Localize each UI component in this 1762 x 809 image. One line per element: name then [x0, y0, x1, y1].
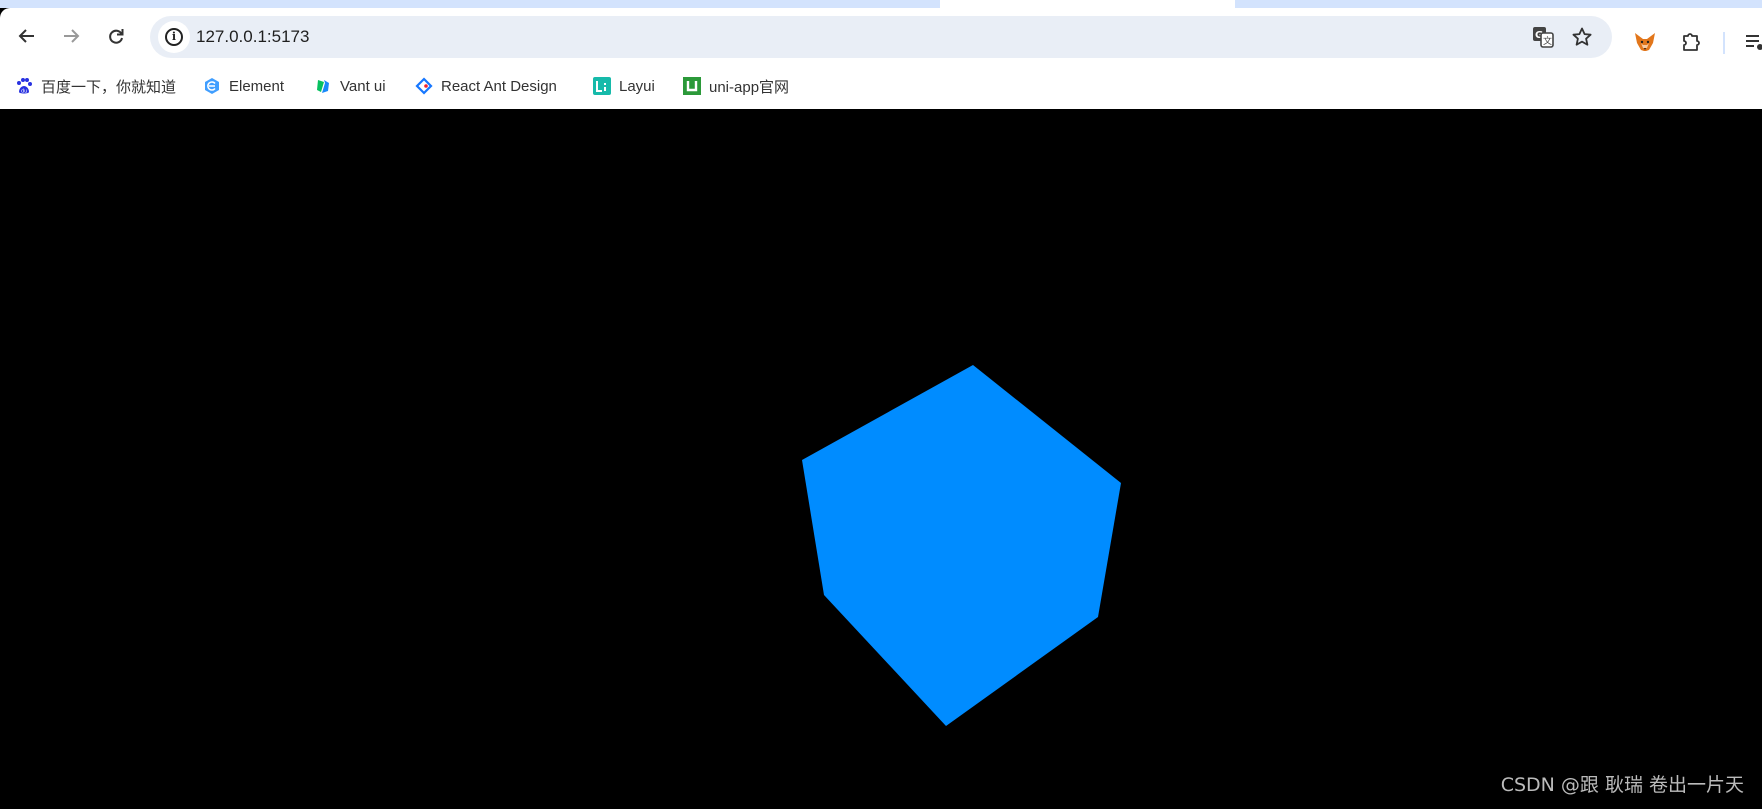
reload-icon — [109, 29, 124, 44]
svg-text:文: 文 — [1543, 35, 1552, 47]
browser-toolbar: i 127.0.0.1:5173 G文 — [0, 8, 1762, 64]
arrow-right-icon — [64, 29, 80, 43]
star-bookmark-icon[interactable] — [1570, 25, 1594, 49]
svg-text:du: du — [21, 89, 27, 95]
cube — [802, 365, 1121, 726]
address-bar[interactable]: i 127.0.0.1:5173 G文 — [150, 16, 1612, 58]
reading-list-icon[interactable] — [1741, 28, 1762, 56]
bookmark-uniapp[interactable]: uni-app官网 — [683, 74, 789, 98]
bookmark-label: 百度一下，你就知道 — [41, 78, 177, 96]
inactive-tab-left[interactable] — [0, 0, 940, 8]
forward-button[interactable] — [57, 22, 85, 50]
ant-design-diamond-icon — [415, 77, 433, 95]
bookmark-element[interactable]: Element — [203, 74, 284, 98]
bookmark-label: React Ant Design — [441, 77, 557, 95]
bookmark-label: Vant ui — [340, 77, 386, 95]
webgl-canvas[interactable]: CSDN @跟 耿瑞 卷出一片天 — [0, 109, 1762, 809]
baidu-paw-icon: du — [15, 77, 33, 95]
site-info-icon[interactable]: i — [158, 21, 190, 53]
inactive-tab-right[interactable] — [1235, 0, 1762, 8]
back-button[interactable] — [13, 22, 41, 50]
bookmark-label: Element — [229, 77, 285, 95]
metamask-fox-icon[interactable] — [1631, 28, 1659, 56]
bookmark-baidu[interactable]: du 百度一下，你就知道 — [15, 74, 176, 98]
url-text[interactable]: 127.0.0.1:5173 — [196, 27, 309, 47]
element-hex-icon — [203, 77, 221, 95]
reload-button[interactable] — [102, 22, 130, 50]
bookmark-react-ant-design[interactable]: React Ant Design — [415, 74, 557, 98]
tab-strip — [0, 0, 1762, 8]
scene-svg — [802, 365, 1121, 726]
bookmark-layui[interactable]: Layui — [593, 74, 655, 98]
arrow-left-icon — [18, 29, 34, 43]
puzzle-extensions-icon[interactable] — [1677, 28, 1705, 56]
watermark: CSDN @跟 耿瑞 卷出一片天 — [1500, 774, 1744, 796]
layui-icon — [593, 77, 611, 95]
uniapp-icon — [683, 77, 701, 95]
vant-icon — [314, 77, 332, 95]
bookmark-vant[interactable]: Vant ui — [314, 74, 386, 98]
bookmark-label: Layui — [619, 77, 655, 95]
translate-icon[interactable]: G文 — [1531, 25, 1555, 49]
bookmark-label: uni-app官网 — [709, 78, 790, 96]
active-tab[interactable] — [940, 0, 1235, 8]
toolbar-divider — [1723, 32, 1725, 54]
bookmarks-bar: du 百度一下，你就知道 Element Vant ui React Ant D… — [0, 64, 1762, 109]
